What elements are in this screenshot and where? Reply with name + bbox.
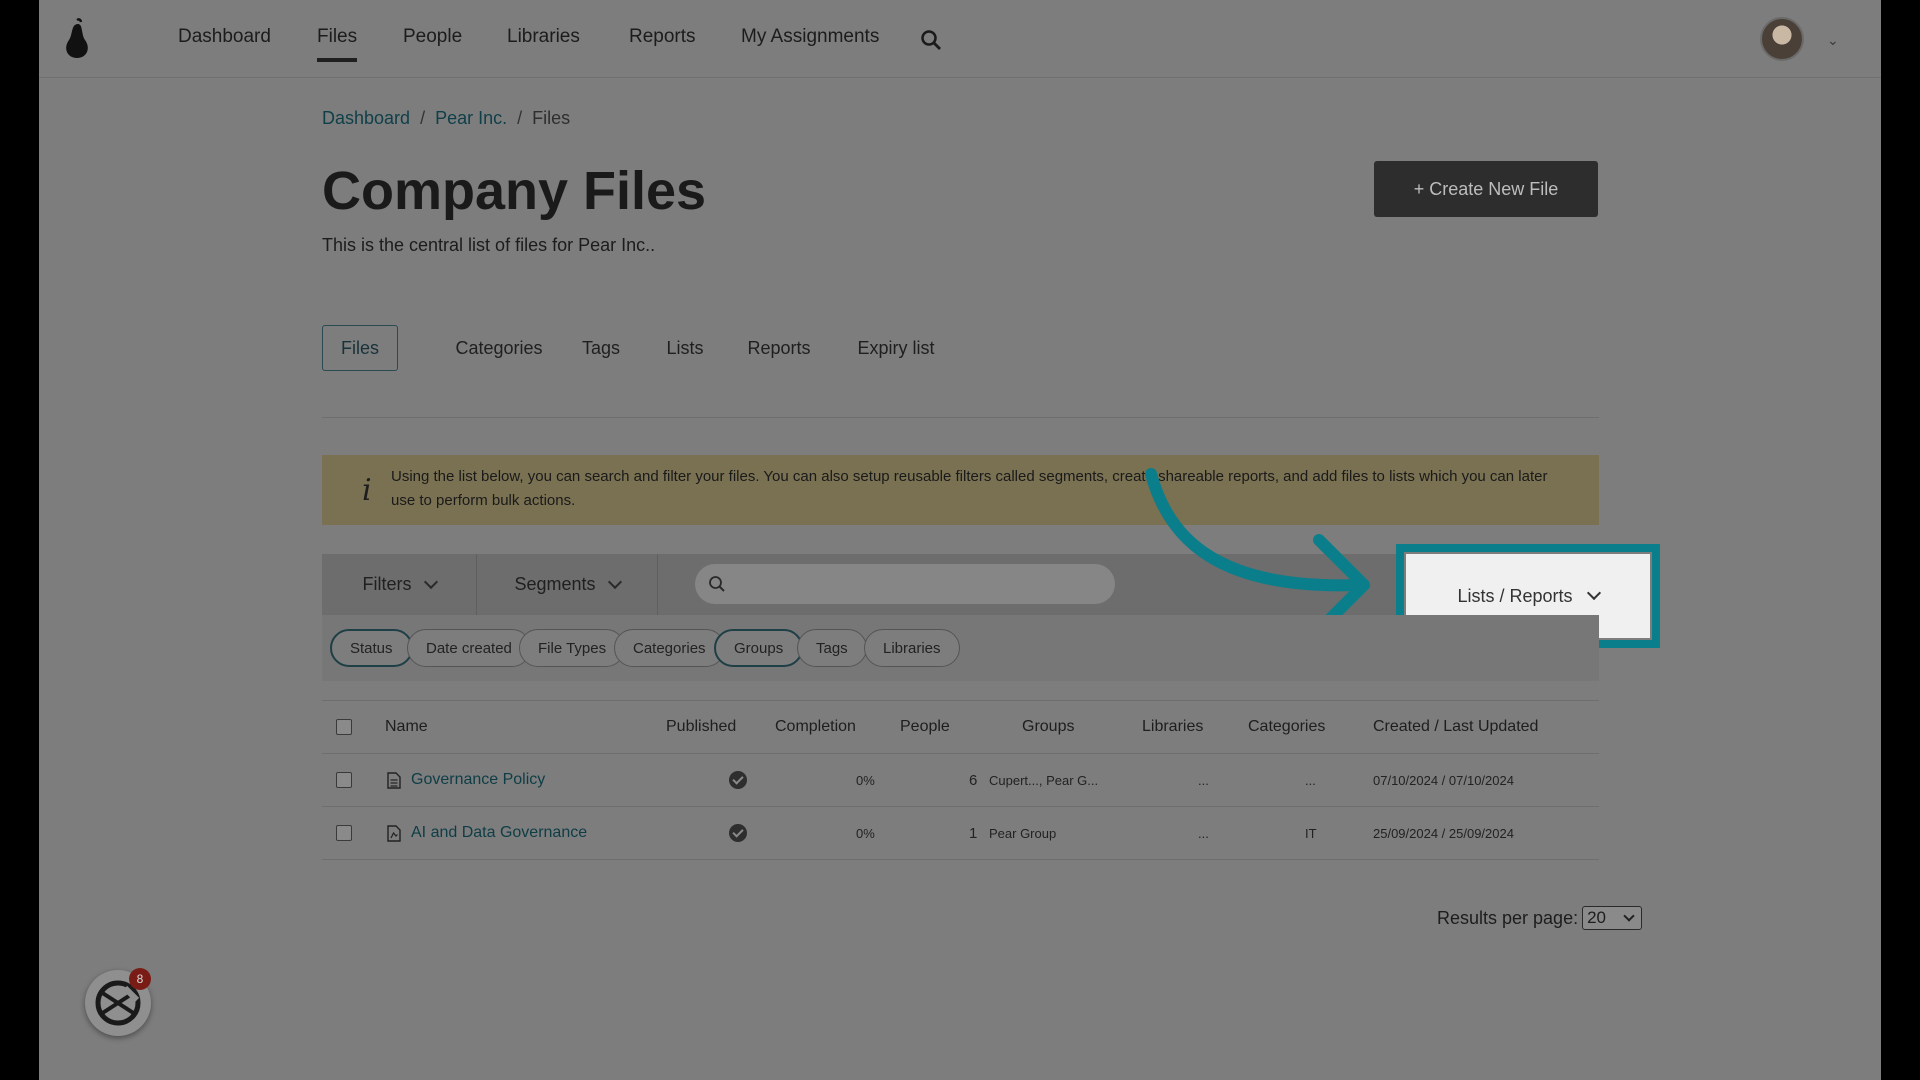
breadcrumb-dashboard[interactable]: Dashboard [322,108,410,128]
pear-logo-icon[interactable] [61,16,93,60]
nav-reports[interactable]: Reports [629,26,696,48]
document-icon [387,771,401,789]
results-per-page-select[interactable]: 20 [1582,906,1643,930]
lists-reports-label: Lists / Reports [1457,585,1573,606]
top-navigation: Dashboard Files People Libraries Reports… [39,0,1881,78]
row-checkbox[interactable] [336,825,352,841]
segments-dropdown[interactable]: Segments [477,554,658,615]
nav-libraries[interactable]: Libraries [507,26,580,48]
libraries-cell: ... [1198,825,1209,841]
groups-cell: Cupert..., Pear G... [989,772,1099,788]
dates-cell: 07/10/2024 / 07/10/2024 [1373,772,1514,788]
breadcrumb-current: Files [532,108,571,128]
chip-libraries[interactable]: Libraries [864,629,960,667]
published-check-icon [729,824,747,842]
chip-groups[interactable]: Groups [714,629,804,667]
files-table: Name Published Completion People Groups … [322,700,1599,860]
published-cell [729,807,747,859]
header-groups[interactable]: Groups [1022,701,1074,753]
tab-reports[interactable]: Reports [739,325,819,371]
table-header-row: Name Published Completion People Groups … [322,700,1599,754]
people-cell: 1 [969,824,978,842]
chevron-down-icon [1586,585,1601,601]
published-cell [729,754,747,806]
completion-cell: 0% [856,772,875,788]
tab-files[interactable]: Files [322,325,398,371]
chip-categories[interactable]: Categories [614,629,725,667]
page-subtitle: This is the central list of files for Pe… [322,235,656,255]
file-name-cell: Governance Policy [387,754,545,806]
chip-date-created[interactable]: Date created [407,629,531,667]
nav-dashboard[interactable]: Dashboard [178,26,271,48]
chip-file-types[interactable]: File Types [519,629,626,667]
search-icon[interactable] [919,28,943,52]
tab-tags[interactable]: Tags [571,325,631,371]
header-people[interactable]: People [900,701,950,753]
user-avatar[interactable] [1760,17,1804,61]
results-per-page-value: 20 [1587,908,1607,927]
groups-cell: Pear Group [989,825,1057,841]
chip-status[interactable]: Status [330,629,413,667]
breadcrumb-pear-inc[interactable]: Pear Inc. [435,108,507,128]
tab-lists[interactable]: Lists [653,325,717,371]
chevron-down-icon [1623,910,1635,922]
tab-categories[interactable]: Categories [449,325,549,371]
notification-badge: 8 [129,968,151,990]
chevron-down-icon [423,574,438,589]
app-window: Dashboard Files People Libraries Reports… [39,0,1881,1080]
breadcrumb: Dashboard / Pear Inc. / Files [322,108,571,128]
info-banner: i Using the list below, you can search a… [322,455,1599,525]
create-new-file-button[interactable]: + Create New File [1374,161,1598,217]
page-title: Company Files [322,161,707,221]
results-per-page-label: Results per page: [1437,907,1579,928]
divider [322,417,1599,418]
table-row: Governance Policy 0% 6 Cupert..., Pear G… [322,754,1599,807]
info-icon: i [362,473,372,508]
nav-people[interactable]: People [403,26,462,48]
info-banner-text: Using the list below, you can search and… [391,468,1548,509]
header-name[interactable]: Name [385,701,428,753]
nav-my-assignments[interactable]: My Assignments [741,26,879,48]
filters-dropdown[interactable]: Filters [322,554,477,615]
file-name-cell: AI and Data Governance [387,807,587,859]
filters-label: Filters [362,574,412,594]
header-libraries[interactable]: Libraries [1142,701,1203,753]
annotation-arrow [1145,468,1370,634]
select-all-checkbox[interactable] [336,719,352,735]
search-input[interactable] [695,564,1115,604]
chevron-down-icon [607,574,622,589]
file-link[interactable]: AI and Data Governance [411,824,587,842]
header-completion[interactable]: Completion [775,701,856,753]
file-link[interactable]: Governance Policy [411,771,545,789]
categories-cell: IT [1305,825,1317,841]
chip-tags[interactable]: Tags [797,629,867,667]
row-checkbox-cell [336,754,352,806]
tab-expiry-list[interactable]: Expiry list [841,325,951,371]
filter-chips: Status Date created File Types Categorie… [322,615,1599,681]
create-new-file-label: + Create New File [1413,178,1559,199]
dates-cell: 25/09/2024 / 25/09/2024 [1373,825,1514,841]
document-icon [387,824,401,842]
segments-label: Segments [514,574,596,594]
published-check-icon [729,771,747,789]
select-all-cell [336,701,352,753]
completion-cell: 0% [856,825,875,841]
table-row: AI and Data Governance 0% 1 Pear Group .… [322,807,1599,860]
libraries-cell: ... [1198,772,1209,788]
results-per-page: Results per page: 20 [1437,906,1643,930]
header-created-updated[interactable]: Created / Last Updated [1373,701,1538,753]
chevron-down-icon[interactable]: ⌄ [1827,32,1839,49]
row-checkbox[interactable] [336,772,352,788]
categories-cell: ... [1305,772,1316,788]
search-icon [709,576,725,592]
header-categories[interactable]: Categories [1248,701,1325,753]
row-checkbox-cell [336,807,352,859]
people-cell: 6 [969,771,978,789]
nav-files[interactable]: Files [317,26,358,62]
header-published[interactable]: Published [666,701,736,753]
